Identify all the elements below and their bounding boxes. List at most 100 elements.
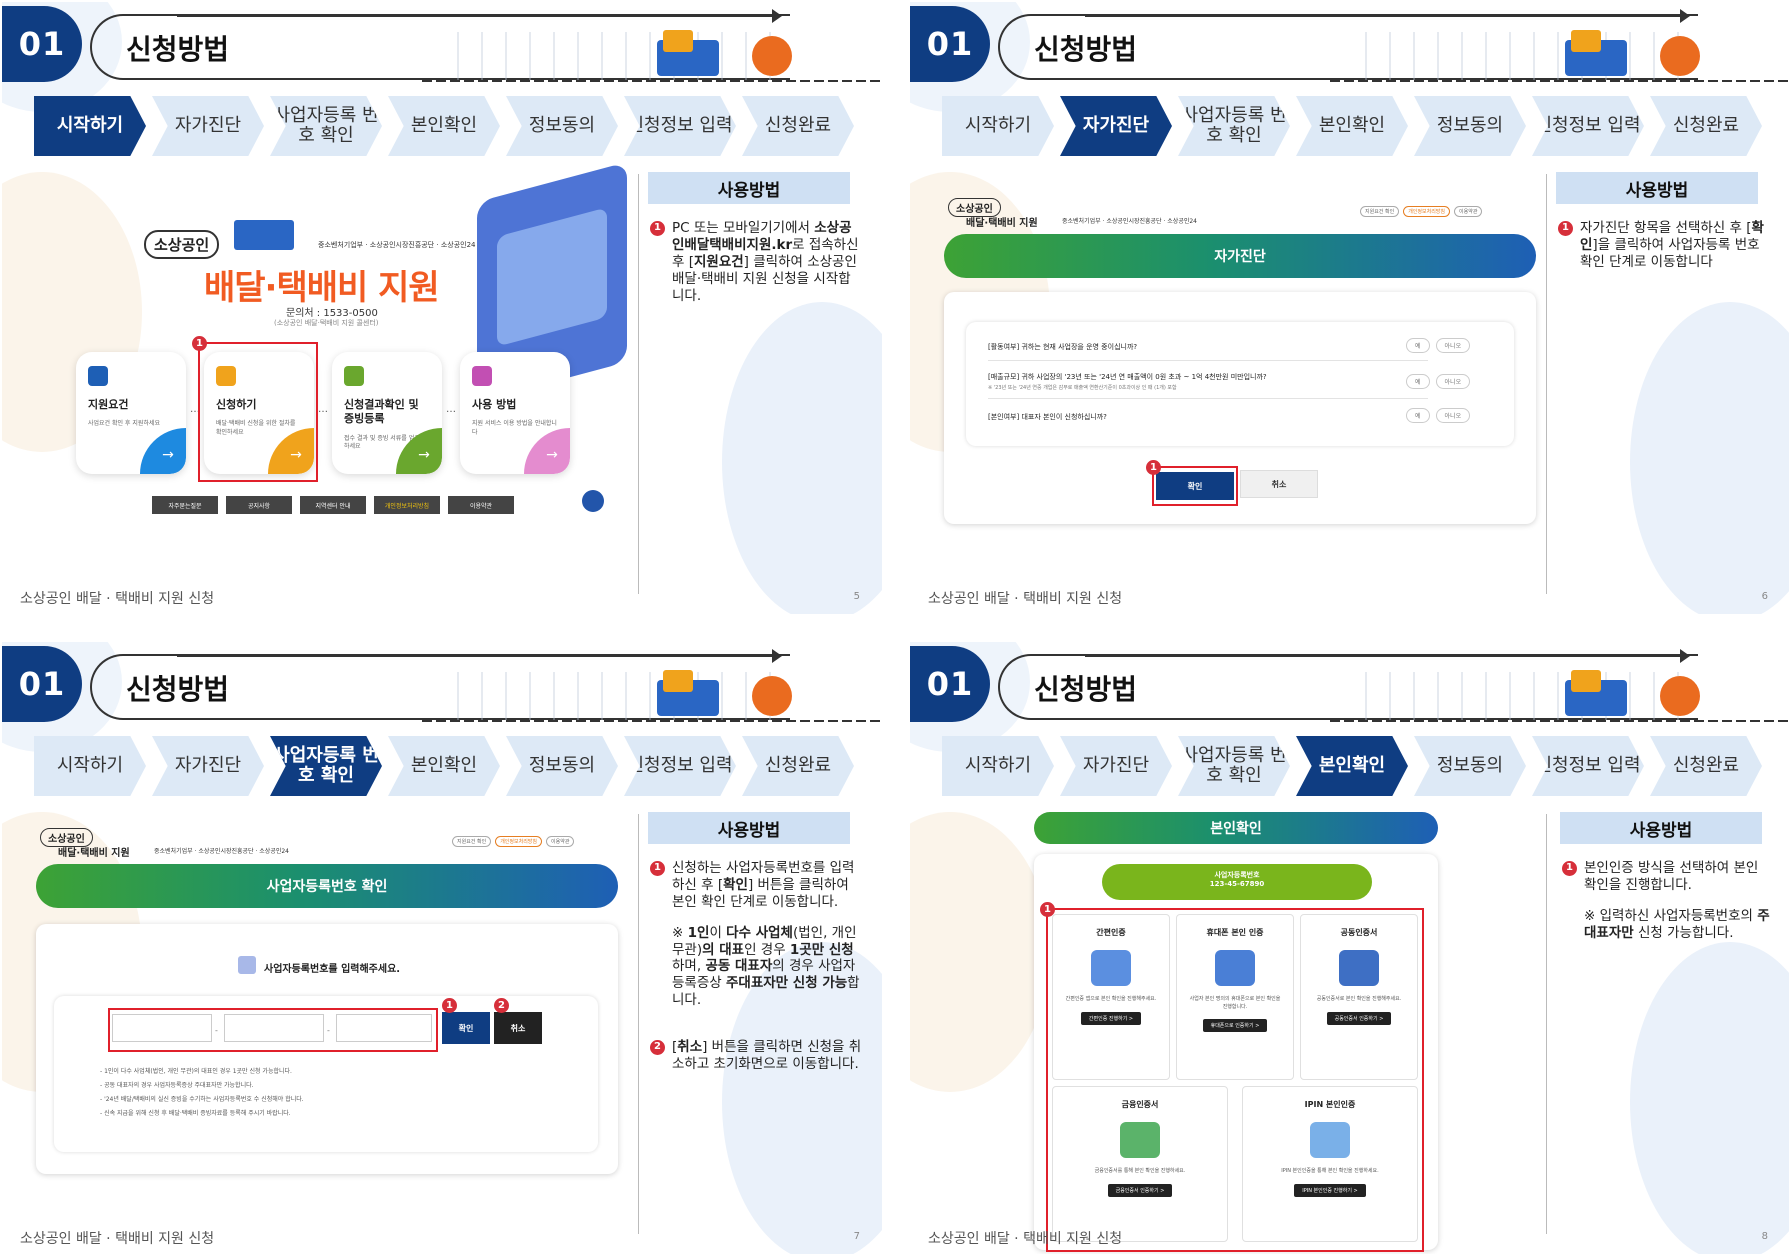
step-consent: 정보동의 [506,96,618,156]
yes-radio[interactable]: 예 [1406,408,1430,423]
step-apply-info: 신청정보 입력 [624,736,736,796]
highlight-box [198,342,318,482]
top-links: 지원요건 확인 개인정보처리방침 이용약관 [1360,206,1483,217]
note: - '24년 배달/택배비의 실신 증빙을 수기하는 사업자등록번호 수 신청해… [100,1096,304,1103]
link-privacy[interactable]: 개인정보처리방침 [495,836,543,847]
yes-radio[interactable]: 예 [1406,374,1430,389]
step-biz-number: 사업자등록 번호 확인 [1178,736,1290,796]
highlight-box [1152,466,1238,506]
section-title: 신청방법 [126,673,230,706]
orgs: 중소벤처기업부 · 소상공인시장진흥공단 · 소상공인24 [154,848,289,855]
step-self-check: 자가진단 [1060,96,1172,156]
link-terms[interactable]: 이용약관 [1454,206,1483,217]
link-privacy[interactable]: 개인정보처리방침 [1403,206,1451,217]
card-desc: 사업요건 확인 후 지원하세요 [88,420,160,428]
privacy-button[interactable]: 개인정보처리방침 [374,496,440,514]
footer: 소상공인 배달 · 택배비 지원 신청 [928,1231,1123,1247]
center-button[interactable]: 지역센터 안내 [300,496,366,514]
search-icon [344,366,364,386]
slide-start: 01 신청방법 시작하기 자가진단 사업자등록 번호 확인 본인확인 정보동의 … [2,2,882,614]
question-1: [활동여부] 귀하는 현재 사업장을 운영 중이십니까? [988,343,1138,351]
step-self-check: 자가진단 [152,96,264,156]
truck-icon [234,220,294,250]
step-biz-number: 사업자등록 번호 확인 [1178,96,1290,156]
marker: 1 [192,336,207,351]
step-bar: 시작하기 자가진단 사업자등록 번호 확인 본인확인 정보동의 신청정보 입력 … [34,736,874,796]
no-radio[interactable]: 아니오 [1435,338,1471,353]
book-icon [472,366,492,386]
step-start: 시작하기 [942,96,1054,156]
section-title: 신청방법 [1034,33,1138,66]
step-start: 시작하기 [34,736,146,796]
faq-button[interactable]: 자주묻는질문 [152,496,218,514]
question-2: [매출규모] 귀하 사업장의 '23년 또는 '24년 연 매출액이 0원 초과… [988,373,1267,391]
step-apply-info: 신청정보 입력 [624,96,736,156]
step-identity: 본인확인 [1296,736,1408,796]
truck-icon [1565,670,1627,716]
step-consent: 정보동의 [1414,736,1526,796]
no-radio[interactable]: 아니오 [1435,374,1471,389]
notice-button[interactable]: 공지사항 [226,496,292,514]
marker: 1 [1040,902,1055,917]
instructions: 1 PC 또는 모바일기기에서 소상공인배달택배비지원.kr로 접속하신 후 [지… [650,220,862,318]
prompt: 사업자등록번호를 입력해주세요. [264,964,401,975]
page-number: 6 [1761,591,1768,602]
card-requirements[interactable]: 지원요건 사업요건 확인 후 지원하세요 → [76,352,186,474]
banner: 사업자등록번호 확인 [36,864,618,908]
card-title: 사용 방법 [472,398,517,411]
step-consent: 정보동의 [1414,96,1526,156]
step-bar: 시작하기 자가진단 사업자등록 번호 확인 본인확인 정보동의 신청정보 입력 … [942,736,1782,796]
step-biz-number: 사업자등록 번호 확인 [270,736,382,796]
truck-icon [657,670,719,716]
section-title: 신청방법 [1034,673,1138,706]
edit-icon [238,956,256,974]
note: - 공동 대표자의 경우 사업자등록증상 주대표자만 가능합니다. [100,1082,254,1089]
question-3: [본인여부] 대표자 본인이 신청하십니까? [988,413,1107,421]
link-terms[interactable]: 이용약관 [546,836,575,847]
arrow-right-icon: → [140,428,186,474]
page-number: 5 [853,591,860,602]
no-radio[interactable]: 아니오 [1435,408,1471,423]
delivery-scooter-icon [752,676,792,716]
document-icon [88,366,108,386]
footer-links: 자주묻는질문 공지사항 지역센터 안내 개인정보처리방침 이용약관 [152,496,514,514]
footer: 소상공인 배달 · 택배비 지원 신청 [20,591,215,607]
step-complete: 신청완료 [1650,96,1762,156]
step-identity: 본인확인 [388,736,500,796]
instructions: 1 자가진단 항목을 선택하신 후 [확인]을 클릭하여 사업자등록 번호 확인 … [1558,220,1770,285]
cancel-button[interactable]: 취소 [494,1012,542,1044]
hero-title: 배달·택배비 지원 [204,268,440,308]
cancel-button[interactable]: 취소 [1240,470,1318,498]
step-complete: 신청완료 [742,736,854,796]
card-result[interactable]: 신청결과확인 및 증빙등록 접수 결과 및 증빙 서류를 업로드하세요 → [332,352,442,474]
marker: 1 [1146,460,1161,475]
terms-button[interactable]: 이용약관 [448,496,514,514]
logo-sub: 배달·택배비 지원 [58,848,130,859]
orgs: 중소벤처기업부 · 소상공인시장진흥공단 · 소상공인24 [1062,218,1197,225]
banner: 본인확인 [1034,812,1438,844]
step-complete: 신청완료 [1650,736,1762,796]
step-apply-info: 신청정보 입력 [1532,96,1644,156]
step-bar: 시작하기 자가진단 사업자등록 번호 확인 본인확인 정보동의 신청정보 입력 … [34,96,874,156]
section-number: 01 [910,6,990,82]
chat-icon[interactable] [582,490,604,512]
truck-icon [1565,30,1627,76]
confirm-button[interactable]: 확인 [442,1012,490,1044]
instructions: 1 본인인증 방식을 선택하여 본인 확인을 진행합니다. ※ 입력하신 사업자등… [1562,860,1774,956]
yes-radio[interactable]: 예 [1406,338,1430,353]
hero-orgs: 중소벤처기업부 · 소상공인시장진흥공단 · 소상공인24 [318,241,476,249]
step-consent: 정보동의 [506,736,618,796]
section-number: 01 [2,646,82,722]
contact: 문의처 : 1533-0500 [286,308,378,319]
section-number: 01 [910,646,990,722]
step-self-check: 자가진단 [1060,736,1172,796]
slide-biz-number: 01 신청방법 시작하기 자가진단 사업자등록 번호 확인 본인확인 정보동의 … [2,642,882,1254]
slide-self-check: 01 신청방법 시작하기 자가진단 사업자등록 번호 확인 본인확인 정보동의 … [910,2,1789,614]
link-requirements[interactable]: 지원요건 확인 [452,836,492,847]
note: - 신속 지급을 위해 신청 후 배달·택배비 증빙자료를 등록해 주시기 바랍… [100,1110,291,1117]
hero-badge: 소상공인 [144,230,220,259]
card-howto[interactable]: 사용 방법 지원 서비스 이용 방법을 안내합니다 → [460,352,570,474]
link-requirements[interactable]: 지원요건 확인 [1360,206,1400,217]
step-identity: 본인확인 [1296,96,1408,156]
logo-sub: 배달·택배비 지원 [966,218,1038,229]
